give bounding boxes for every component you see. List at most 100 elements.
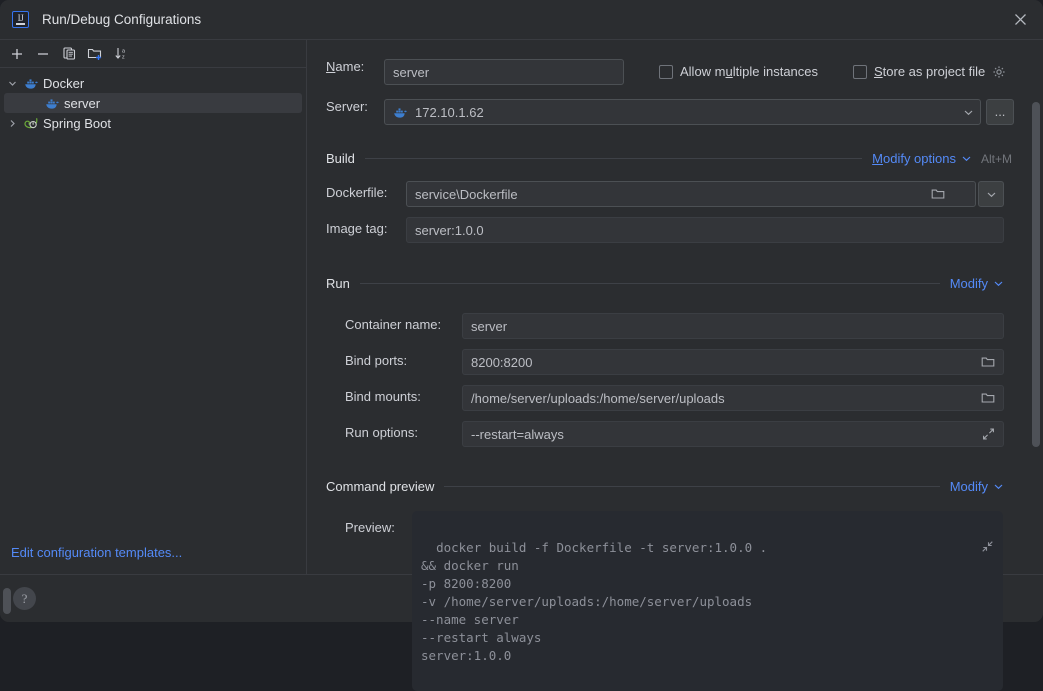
tree-item-label: Docker <box>43 75 85 91</box>
editor-scrollbar-thumb[interactable] <box>1032 102 1040 447</box>
build-section-title: Build <box>326 151 355 166</box>
server-browse-label: ... <box>994 104 1006 119</box>
allow-multiple-instances-checkbox[interactable]: Allow multiple instances <box>659 64 818 79</box>
run-section-title: Run <box>326 276 350 291</box>
name-input-value: server <box>393 64 430 80</box>
tree-item-spring-boot[interactable]: Spring Boot <box>0 113 306 133</box>
dockerfile-label: Dockerfile: <box>326 185 388 200</box>
dockerfile-input[interactable]: service\Dockerfile <box>406 181 976 207</box>
build-modify-options-label: Modify options <box>872 151 956 166</box>
image-tag-row-label: Image tag: <box>326 221 387 236</box>
configurations-tree: Docker server Spring Boot <box>0 68 306 133</box>
store-as-project-file-checkbox[interactable]: Store as project file <box>853 64 1006 79</box>
chevron-down-glyph <box>9 81 16 86</box>
folder-icon[interactable] <box>981 392 995 405</box>
image-tag-label: Image tag: <box>326 221 388 236</box>
intellij-logo-bar <box>16 22 25 25</box>
bind-mounts-row-label: Bind mounts: <box>345 389 421 404</box>
run-modify-label: Modify <box>949 276 988 291</box>
container-name-row-label: Container name: <box>345 317 441 332</box>
folder-icon[interactable] <box>931 188 945 201</box>
command-preview-modify-link[interactable]: Modify <box>950 479 1004 494</box>
collapse-glyph <box>982 541 993 552</box>
bind-mounts-input[interactable]: /home/server/uploads:/home/server/upload… <box>462 385 1004 411</box>
chevron-down-glyph <box>964 110 973 115</box>
allow-multiple-instances-label: Allow multiple instances <box>680 64 819 79</box>
run-options-input[interactable]: --restart=always <box>462 421 1004 447</box>
bind-ports-row-label: Bind ports: <box>345 353 407 368</box>
tree-item-server[interactable]: server <box>4 93 302 113</box>
new-folder-button[interactable] <box>82 42 108 66</box>
image-tag-value: server:1.0.0 <box>415 222 484 238</box>
intellij-logo-text: IJ <box>17 13 24 23</box>
configurations-sidebar: a z Docker server Spring Boot Edit confi… <box>0 39 307 574</box>
copy-icon <box>62 47 75 60</box>
bind-ports-label: Bind ports: <box>345 353 408 368</box>
remove-configuration-button[interactable] <box>30 42 56 66</box>
run-modify-link[interactable]: Modify <box>950 276 1004 291</box>
server-combobox-value: 172.10.1.62 <box>415 104 484 120</box>
chevron-right-glyph <box>10 119 15 127</box>
command-preview-panel[interactable]: docker build -f Dockerfile -t server:1.0… <box>412 511 1003 691</box>
container-name-label: Container name: <box>345 317 442 332</box>
server-combobox[interactable]: 172.10.1.62 <box>384 99 981 125</box>
container-name-value: server <box>471 318 508 334</box>
folder-icon[interactable] <box>981 356 995 369</box>
chevron-down-icon[interactable] <box>4 79 21 88</box>
intellij-logo-icon: IJ <box>12 11 29 28</box>
chevron-down-icon[interactable] <box>963 107 974 118</box>
new-folder-icon <box>87 48 102 60</box>
section-divider <box>359 283 940 284</box>
folder-glyph <box>931 189 945 199</box>
sort-configurations-button[interactable]: a z <box>108 42 134 66</box>
close-icon[interactable] <box>998 0 1043 39</box>
image-tag-input[interactable]: server:1.0.0 <box>406 217 1004 243</box>
spring-leaf-icon <box>21 116 41 130</box>
gear-glyph <box>993 65 1005 78</box>
chevron-down-icon <box>987 192 995 197</box>
command-preview-section-header: Command preview Modify <box>326 479 1004 494</box>
spring-leaf-glyph <box>23 118 37 129</box>
copy-configuration-button[interactable] <box>56 42 82 66</box>
server-label: Server: <box>326 99 368 114</box>
expand-glyph <box>983 428 994 440</box>
dockerfile-row-label: Dockerfile: <box>326 185 387 200</box>
collapse-icon[interactable] <box>951 522 994 576</box>
docker-whale-glyph <box>394 107 407 118</box>
footer-scrollbar-thumb[interactable] <box>3 588 11 614</box>
expand-icon[interactable] <box>982 428 995 441</box>
checkbox-box <box>659 64 673 79</box>
command-preview-title: Command preview <box>326 479 435 494</box>
gear-icon[interactable] <box>992 65 1006 79</box>
edit-configuration-templates-link[interactable]: Edit configuration templates... <box>11 545 182 560</box>
add-configuration-button[interactable] <box>4 42 30 66</box>
bind-ports-input[interactable]: 8200:8200 <box>462 349 1004 375</box>
server-field-row: Server: <box>326 99 368 114</box>
dockerfile-dropdown-button[interactable] <box>978 181 1004 207</box>
checkbox-box <box>853 64 867 79</box>
bind-ports-value: 8200:8200 <box>471 354 533 370</box>
editor-scrollbar[interactable] <box>1029 40 1043 574</box>
sidebar-toolbar: a z <box>0 40 306 68</box>
command-preview-modify-label: Modify <box>949 479 988 494</box>
container-name-input[interactable]: server <box>462 313 1004 339</box>
tree-item-docker[interactable]: Docker <box>0 73 306 93</box>
dialog-titlebar: IJ Run/Debug Configurations <box>0 0 1043 39</box>
chevron-right-icon[interactable] <box>4 119 21 128</box>
dialog-title: Run/Debug Configurations <box>42 12 202 27</box>
name-input[interactable]: server <box>384 59 624 85</box>
command-preview-text: docker build -f Dockerfile -t server:1.0… <box>421 540 768 663</box>
build-section-header: Build Modify options Alt+M <box>326 151 1012 166</box>
folder-glyph <box>981 357 995 367</box>
tree-item-label: server <box>64 95 101 111</box>
minus-icon <box>38 52 48 55</box>
docker-whale-glyph <box>45 98 59 109</box>
preview-label: Preview: <box>345 520 395 535</box>
help-button[interactable]: ? <box>13 587 36 610</box>
build-modify-options-link[interactable]: Modify options <box>872 151 972 166</box>
run-options-row-label: Run options: <box>345 425 418 440</box>
build-modify-shortcut: Alt+M <box>980 151 1012 166</box>
docker-whale-icon <box>42 97 62 110</box>
server-browse-button[interactable]: ... <box>986 99 1014 125</box>
bind-mounts-label: Bind mounts: <box>345 389 421 404</box>
